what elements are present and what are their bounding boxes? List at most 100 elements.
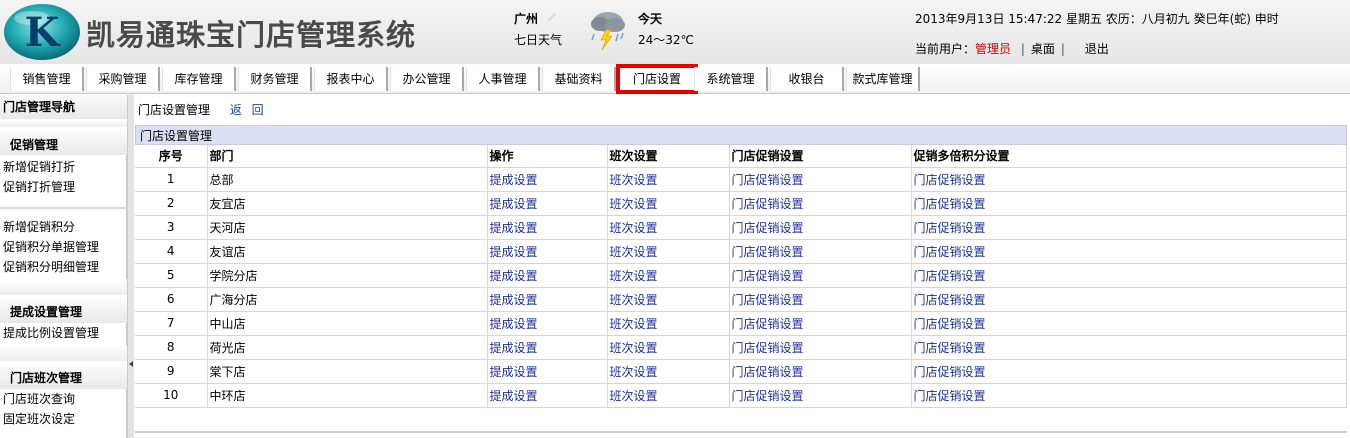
- commission-settings-link[interactable]: 提成设置: [490, 293, 538, 307]
- store-promo-settings-link[interactable]: 门店促销设置: [732, 365, 804, 379]
- shift-settings-link[interactable]: 班次设置: [610, 317, 658, 331]
- commission-settings-link[interactable]: 提成设置: [490, 317, 538, 331]
- sidebar: 门店管理导航 促销管理 新增促销打折 促销打折管理 新增促销积分 促销积分单据管…: [0, 95, 127, 438]
- table-cell: 班次设置: [607, 287, 730, 312]
- sidebar-item-discount-manage[interactable]: 促销打折管理: [0, 177, 127, 197]
- sidebar-item-shift-query[interactable]: 门店班次查询: [0, 389, 127, 409]
- store-promo-settings-link[interactable]: 门店促销设置: [732, 245, 804, 259]
- sidebar-group-promotion[interactable]: 促销管理: [0, 127, 127, 155]
- sidebar-group-commission[interactable]: 提成设置管理: [0, 295, 127, 323]
- points-promo-settings-link[interactable]: 门店促销设置: [914, 269, 986, 283]
- shift-settings-link[interactable]: 班次设置: [610, 365, 658, 379]
- tab-purchase[interactable]: 采购管理: [86, 67, 160, 91]
- tab-system[interactable]: 系统管理: [694, 67, 768, 91]
- column-header-dept: 部门: [207, 145, 488, 168]
- table-cell: 棠下店: [207, 359, 488, 384]
- commission-settings-link[interactable]: 提成设置: [490, 245, 538, 259]
- table-cell: 班次设置: [607, 359, 730, 384]
- main-content: 门店设置管理 返 回 门店设置管理 序号 部门 操作 班次设置 门店促销设置 促…: [135, 95, 1350, 438]
- shift-settings-link[interactable]: 班次设置: [610, 197, 658, 211]
- table-cell: 门店促销设置: [911, 359, 1347, 384]
- tab-cashier[interactable]: 收银台: [770, 67, 844, 91]
- sidebar-item-new-discount[interactable]: 新增促销打折: [0, 157, 127, 177]
- commission-settings-link[interactable]: 提成设置: [490, 389, 538, 403]
- sidebar-item-points-detail[interactable]: 促销积分明细管理: [0, 257, 127, 277]
- table-row: 5 学院分店 提成设置 班次设置 门店促销设置 门店促销设置: [135, 263, 1347, 288]
- sidebar-collapse-bar[interactable]: [127, 95, 134, 438]
- sidebar-divider: [0, 207, 127, 209]
- commission-settings-link[interactable]: 提成设置: [490, 341, 538, 355]
- row-department: 荷光店: [209, 340, 246, 355]
- points-promo-settings-link[interactable]: 门店促销设置: [914, 365, 986, 379]
- tab-reports[interactable]: 报表中心: [314, 67, 388, 91]
- store-promo-settings-link[interactable]: 门店促销设置: [732, 341, 804, 355]
- table-cell: 提成设置: [487, 311, 608, 336]
- store-promo-settings-link[interactable]: 门店促销设置: [732, 173, 804, 187]
- user-bar: 当前用户：管理员 | 桌面 | 退出: [915, 40, 1109, 57]
- tab-office[interactable]: 办公管理: [390, 67, 464, 91]
- table-cell: 3: [135, 215, 208, 240]
- shift-settings-link[interactable]: 班次设置: [610, 293, 658, 307]
- store-promo-settings-link[interactable]: 门店促销设置: [732, 269, 804, 283]
- pencil-icon[interactable]: [546, 10, 558, 22]
- table-cell: 门店促销设置: [911, 383, 1347, 408]
- row-number: 6: [166, 292, 175, 306]
- store-promo-settings-link[interactable]: 门店促销设置: [732, 221, 804, 235]
- table-row: 10 中环店 提成设置 班次设置 门店促销设置 门店促销设置: [135, 383, 1347, 408]
- logo-letter: K: [25, 9, 61, 56]
- points-promo-settings-link[interactable]: 门店促销设置: [914, 221, 986, 235]
- shift-settings-link[interactable]: 班次设置: [610, 341, 658, 355]
- column-header-store-promo: 门店促销设置: [729, 145, 912, 168]
- store-promo-settings-link[interactable]: 门店促销设置: [732, 389, 804, 403]
- tab-finance[interactable]: 财务管理: [238, 67, 312, 91]
- shift-settings-link[interactable]: 班次设置: [610, 173, 658, 187]
- sidebar-item-points-docs[interactable]: 促销积分单据管理: [0, 237, 127, 257]
- logout-link[interactable]: 退出: [1085, 42, 1109, 56]
- weather-today-label: 今天: [638, 12, 663, 26]
- table-body: 1 总部 提成设置 班次设置 门店促销设置 门店促销设置 2 友宜店 提成设置 班次设置 门店促销设…: [135, 167, 1347, 408]
- commission-settings-link[interactable]: 提成设置: [490, 197, 538, 211]
- store-promo-settings-link[interactable]: 门店促销设置: [732, 317, 804, 331]
- commission-settings-link[interactable]: 提成设置: [490, 269, 538, 283]
- points-promo-settings-link[interactable]: 门店促销设置: [914, 341, 986, 355]
- app-title: 凯易通珠宝门店管理系统: [86, 18, 417, 52]
- commission-settings-link[interactable]: 提成设置: [490, 221, 538, 235]
- tab-hr[interactable]: 人事管理: [466, 67, 540, 91]
- sidebar-item-fixed-shift[interactable]: 固定班次设定: [0, 409, 127, 429]
- points-promo-settings-link[interactable]: 门店促销设置: [914, 293, 986, 307]
- points-promo-settings-link[interactable]: 门店促销设置: [914, 245, 986, 259]
- sidebar-item-new-points[interactable]: 新增促销积分: [0, 217, 127, 237]
- tab-sales[interactable]: 销售管理: [10, 67, 84, 91]
- shift-settings-link[interactable]: 班次设置: [610, 245, 658, 259]
- sidebar-spacer: [0, 345, 127, 361]
- points-promo-settings-link[interactable]: 门店促销设置: [914, 317, 986, 331]
- commission-settings-link[interactable]: 提成设置: [490, 365, 538, 379]
- commission-settings-link[interactable]: 提成设置: [490, 173, 538, 187]
- table-cell: 提成设置: [487, 359, 608, 384]
- weather-city: 广州: [514, 12, 539, 26]
- store-promo-settings-link[interactable]: 门店促销设置: [732, 293, 804, 307]
- row-department: 中山店: [209, 316, 246, 331]
- sidebar-item-commission-ratio[interactable]: 提成比例设置管理: [0, 323, 127, 343]
- collapse-arrow-icon[interactable]: [129, 361, 133, 367]
- shift-settings-link[interactable]: 班次设置: [610, 221, 658, 235]
- points-promo-settings-link[interactable]: 门店促销设置: [914, 197, 986, 211]
- tab-inventory[interactable]: 库存管理: [162, 67, 236, 91]
- shift-settings-link[interactable]: 班次设置: [610, 269, 658, 283]
- tab-style-library[interactable]: 款式库管理: [846, 67, 920, 91]
- table-cell: 门店促销设置: [729, 359, 912, 384]
- points-promo-settings-link[interactable]: 门店促销设置: [914, 389, 986, 403]
- points-promo-settings-link[interactable]: 门店促销设置: [914, 173, 986, 187]
- sidebar-group-shift[interactable]: 门店班次管理: [0, 361, 127, 389]
- back-link[interactable]: 返 回: [230, 103, 267, 117]
- desktop-link[interactable]: 桌面: [1031, 42, 1055, 56]
- store-promo-settings-link[interactable]: 门店促销设置: [732, 197, 804, 211]
- table-cell: 门店促销设置: [729, 263, 912, 288]
- table-cell: 1: [135, 167, 208, 192]
- shift-settings-link[interactable]: 班次设置: [610, 389, 658, 403]
- table-cell: 门店促销设置: [729, 239, 912, 264]
- seven-day-weather-link[interactable]: 七日天气: [514, 31, 562, 48]
- tab-basic-data[interactable]: 基础资料: [542, 67, 616, 91]
- table-cell: 班次设置: [607, 311, 730, 336]
- tab-store-settings[interactable]: 门店设置: [616, 64, 698, 94]
